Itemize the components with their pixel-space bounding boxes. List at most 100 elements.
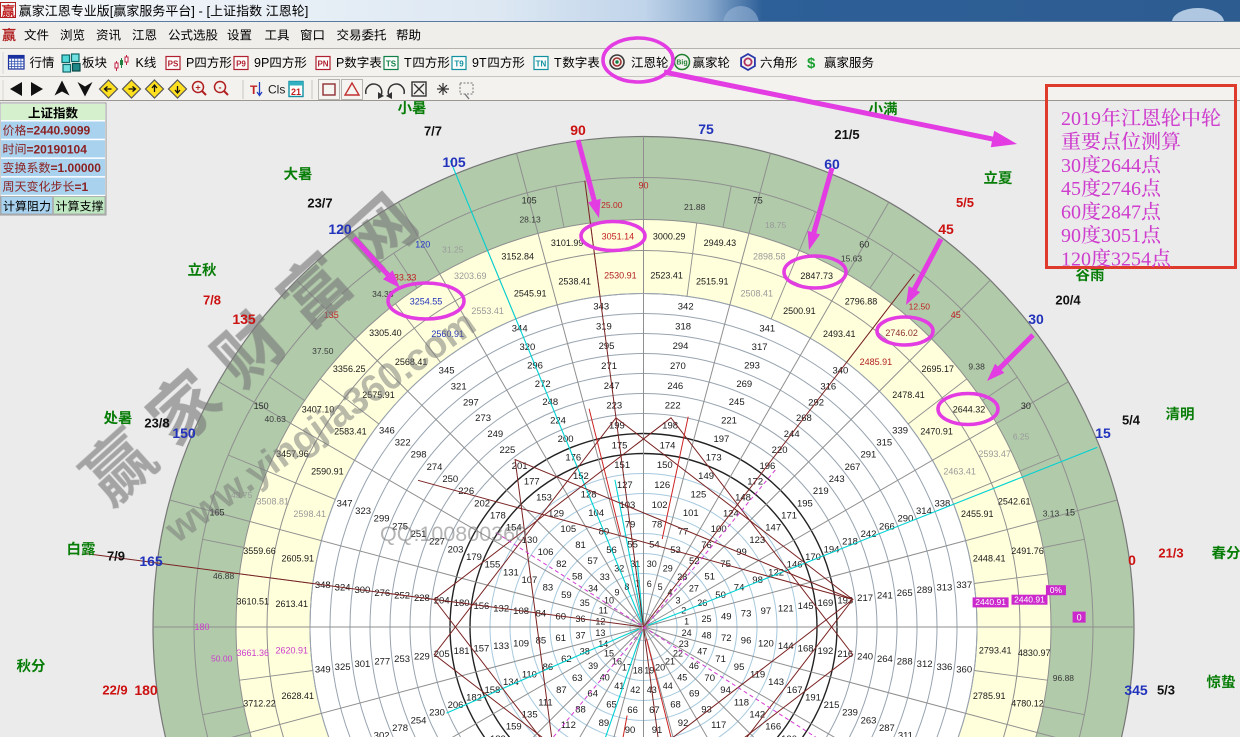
svg-text:269: 269 [736,379,752,390]
svg-text:105: 105 [442,154,466,170]
svg-text:3051: 3051 [1101,225,1141,247]
svg-text:31.25: 31.25 [442,244,464,254]
svg-text:44: 44 [663,681,673,691]
svg-text:[: [ [110,4,114,19]
svg-text:221: 221 [721,416,737,427]
svg-text:34: 34 [588,584,598,594]
svg-text:-: - [219,83,222,93]
svg-text:121: 121 [778,604,794,615]
svg-text:2523.41: 2523.41 [650,271,683,281]
svg-text:321: 321 [451,381,467,392]
svg-text:2478.41: 2478.41 [892,390,925,400]
svg-text:195: 195 [797,498,813,509]
svg-text:3152.84: 3152.84 [501,252,534,262]
svg-text:37.50: 37.50 [312,346,334,356]
svg-text:6.25: 6.25 [1013,431,1030,441]
svg-text:325: 325 [335,662,351,673]
svg-text:219: 219 [813,486,829,497]
svg-text:215: 215 [824,700,840,711]
svg-text:101: 101 [683,508,699,519]
svg-text:3559.66: 3559.66 [243,546,276,556]
svg-text:5/5: 5/5 [956,195,974,210]
svg-text:254: 254 [411,715,427,726]
svg-text:106: 106 [538,547,554,558]
svg-text:12.50: 12.50 [909,301,931,311]
svg-text:3000.29: 3000.29 [653,232,686,242]
svg-text:145: 145 [798,601,814,612]
svg-text:180: 180 [134,682,158,698]
svg-text:3661.36: 3661.36 [237,648,270,658]
svg-text:155: 155 [484,560,500,571]
svg-text:90: 90 [570,122,586,138]
svg-text:150: 150 [172,425,196,441]
svg-text:347: 347 [337,498,353,509]
svg-text:25: 25 [701,614,711,624]
svg-text:90: 90 [638,181,648,191]
svg-text:2644.32: 2644.32 [953,405,986,415]
svg-text:345: 345 [439,366,455,377]
svg-text:60: 60 [1061,202,1081,224]
svg-text:48: 48 [701,631,711,641]
svg-text:107: 107 [521,575,537,586]
svg-text:135: 135 [522,710,538,721]
svg-text:2793.41: 2793.41 [979,645,1012,655]
svg-text:7/9: 7/9 [107,549,125,564]
svg-text:97: 97 [761,606,772,617]
svg-text:45: 45 [677,673,687,683]
svg-text:T: T [554,56,562,70]
svg-text:87: 87 [556,685,567,696]
svg-text:2440.91: 2440.91 [975,597,1006,607]
svg-text:18.75: 18.75 [765,220,787,230]
svg-text:253: 253 [394,654,410,665]
svg-text:62: 62 [561,654,572,665]
svg-text:118: 118 [734,697,749,708]
svg-text:] - [: ] - [ [191,4,210,19]
svg-text:225: 225 [499,445,515,456]
svg-text:239: 239 [842,708,858,719]
svg-text:2593.47: 2593.47 [978,449,1011,459]
svg-text:313: 313 [936,583,952,594]
svg-text:180: 180 [194,622,209,632]
svg-text:64: 64 [587,688,598,699]
svg-text:2605.91: 2605.91 [282,553,315,563]
svg-text:4780.12: 4780.12 [1011,699,1044,709]
svg-text:293: 293 [744,360,760,371]
svg-text:117: 117 [711,720,726,731]
svg-text:249: 249 [487,429,503,440]
svg-text:289: 289 [917,585,933,596]
svg-text:TS: TS [386,60,397,69]
svg-text:109: 109 [513,638,529,649]
svg-text:301: 301 [354,659,370,670]
svg-text:29: 29 [663,564,673,574]
svg-text:61: 61 [555,633,566,644]
svg-text:2695.17: 2695.17 [922,364,955,374]
svg-text:T: T [250,83,258,97]
svg-text:45: 45 [938,221,954,237]
svg-text:150: 150 [254,401,269,411]
svg-text:287: 287 [879,723,895,734]
svg-text:267: 267 [845,462,861,473]
svg-text:147: 147 [765,523,781,534]
svg-text:40.63: 40.63 [265,414,287,424]
svg-text:338: 338 [934,498,950,509]
svg-text:2553.41: 2553.41 [471,306,504,316]
svg-text:9T: 9T [472,56,487,70]
svg-text:2508.41: 2508.41 [741,288,774,298]
svg-text:339: 339 [892,425,908,436]
svg-text:342: 342 [678,302,694,313]
svg-text:93: 93 [701,704,712,715]
svg-text:125: 125 [690,490,706,501]
svg-text:143: 143 [768,677,784,688]
svg-text:39: 39 [588,661,598,671]
svg-text:150: 150 [657,460,673,471]
svg-text:245: 245 [729,397,745,408]
svg-text:P: P [336,56,344,70]
svg-text:169: 169 [817,598,833,609]
svg-text:294: 294 [673,341,689,352]
svg-text:7/7: 7/7 [424,124,442,139]
svg-text:263: 263 [861,715,877,726]
svg-text:$: $ [807,55,816,72]
svg-text:177: 177 [524,477,540,488]
svg-text:21/5: 21/5 [834,127,859,142]
svg-text:277: 277 [374,657,390,668]
